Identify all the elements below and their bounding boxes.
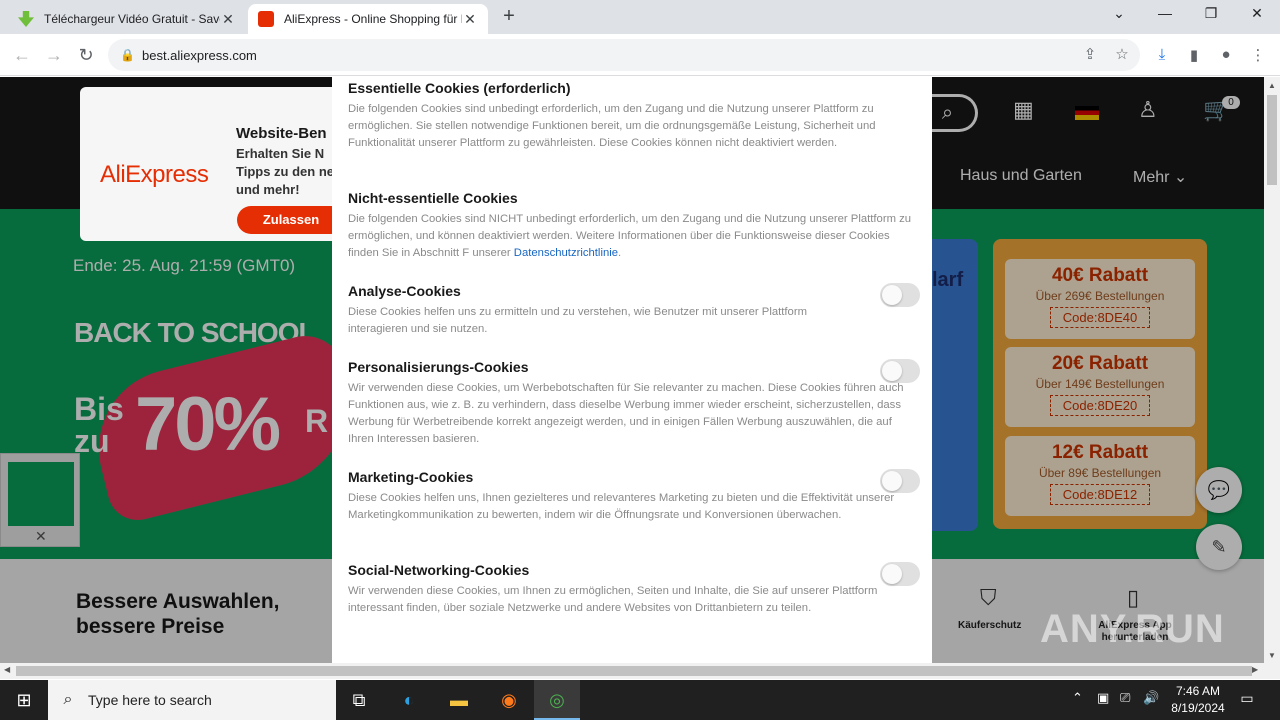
- scroll-up-arrow-icon[interactable]: ▲: [1264, 81, 1280, 90]
- tab-title: Téléchargeur Vidéo Gratuit - Save: [44, 12, 220, 26]
- horizontal-scrollbar[interactable]: ◀ ▶: [0, 663, 1280, 679]
- notification-card-line: und mehr!: [236, 182, 300, 197]
- minimize-button[interactable]: —: [1151, 5, 1179, 25]
- tab-title: AliExpress - Online Shopping für P: [284, 12, 462, 26]
- close-window-button[interactable]: ✕: [1243, 5, 1271, 25]
- video-downloader-favicon-icon: [18, 11, 34, 27]
- cookie-settings-modal: Essentielle Cookies (erforderlich) Die f…: [332, 77, 932, 663]
- cookie-section-analytics: Analyse-Cookies Diese Cookies helfen uns…: [348, 282, 920, 338]
- section-description: Diese Cookies helfen uns zu ermitteln un…: [348, 306, 807, 335]
- tab-video-downloader[interactable]: Téléchargeur Vidéo Gratuit - Save ✕: [8, 4, 246, 34]
- taskbar-search-placeholder[interactable]: Type here to search: [88, 692, 212, 708]
- aliexpress-logo: AliExpress: [100, 161, 209, 188]
- file-explorer-icon[interactable]: ▬: [436, 680, 482, 720]
- lock-icon[interactable]: 🔒: [120, 48, 140, 62]
- privacy-policy-link[interactable]: Datenschutzrichtlinie: [514, 247, 618, 259]
- scroll-down-arrow-icon[interactable]: ▼: [1264, 651, 1280, 660]
- bookmark-star-icon[interactable]: ☆: [1112, 45, 1132, 65]
- notification-card-line: Tipps zu den ne: [236, 164, 334, 179]
- menu-kebab-icon[interactable]: ⋮: [1248, 46, 1268, 66]
- tab-aliexpress[interactable]: AliExpress - Online Shopping für P ✕: [248, 4, 488, 34]
- vertical-scrollbar[interactable]: ▲ ▼: [1264, 77, 1280, 663]
- edge-browser-icon[interactable]: ◐: [386, 680, 432, 720]
- section-title: Social-Networking-Cookies: [348, 562, 530, 578]
- cookie-section-social: Social-Networking-Cookies Wir verwenden …: [348, 561, 920, 617]
- network-icon[interactable]: ⎚: [1120, 690, 1130, 706]
- search-icon: ⌕: [63, 691, 73, 708]
- marketing-cookies-toggle[interactable]: [880, 469, 920, 493]
- aliexpress-favicon-icon: [258, 11, 274, 27]
- notification-card-line: Erhalten Sie N: [236, 146, 325, 161]
- browser-toolbar: ← → ↻ 🔒 best.aliexpress.com ⇪ ☆ ⤓ ▮ ● ⋮: [0, 34, 1280, 76]
- section-description: Die folgenden Cookies sind unbedingt erf…: [348, 103, 876, 149]
- section-description: Die folgenden Cookies sind NICHT unbedin…: [348, 213, 912, 259]
- page-viewport: ⌕ ▦ ♙ 🛒 0 Haus und Garten Mehr ⌄ Ende: 2…: [0, 77, 1264, 663]
- side-panel-icon[interactable]: ▮: [1184, 46, 1204, 66]
- restore-button[interactable]: ❐: [1197, 5, 1225, 25]
- new-tab-button[interactable]: +: [498, 6, 520, 28]
- share-icon[interactable]: ⇪: [1080, 45, 1100, 65]
- section-title: Personalisierungs-Cookies: [348, 359, 529, 375]
- profile-avatar-icon[interactable]: ●: [1216, 46, 1236, 66]
- firefox-icon[interactable]: ◉: [486, 680, 532, 720]
- notification-card-title: Website-Ben: [236, 125, 327, 142]
- tab-close-icon[interactable]: ✕: [220, 11, 236, 28]
- section-title: Nicht-essentielle Cookies: [348, 190, 518, 206]
- address-bar[interactable]: 🔒 best.aliexpress.com ⇪ ☆: [108, 39, 1140, 71]
- section-description: Wir verwenden diese Cookies, um Ihnen zu…: [348, 585, 878, 614]
- back-button[interactable]: ←: [10, 43, 34, 67]
- cookie-section-non-essential: Nicht-essentielle Cookies Die folgenden …: [348, 189, 918, 262]
- cookie-section-personalization: Personalisierungs-Cookies Wir verwenden …: [348, 358, 920, 448]
- taskbar-search-box[interactable]: ⌕ Type here to search: [48, 680, 336, 720]
- tray-overflow-chevron-icon[interactable]: ⌃: [1072, 690, 1083, 706]
- windows-start-icon[interactable]: ⊞: [0, 680, 48, 720]
- personalization-cookies-toggle[interactable]: [880, 359, 920, 383]
- windows-taskbar: ⊞ ⌕ Type here to search ⧉ ◐ ▬ ◉ ◎ ⌃ ▣ ⎚ …: [0, 680, 1280, 720]
- url-text[interactable]: best.aliexpress.com: [142, 48, 257, 63]
- reload-button[interactable]: ↻: [74, 43, 98, 67]
- clock-time: 7:46 AM: [1175, 684, 1221, 698]
- section-description: Diese Cookies helfen uns, Ihnen gezielte…: [348, 492, 895, 521]
- social-networking-cookies-toggle[interactable]: [880, 562, 920, 586]
- cookie-section-essential: Essentielle Cookies (erforderlich) Die f…: [348, 79, 918, 152]
- tab-strip: Téléchargeur Vidéo Gratuit - Save ✕ AliE…: [0, 0, 1280, 34]
- volume-icon[interactable]: 🔊: [1143, 690, 1159, 706]
- download-icon[interactable]: ⤓: [1152, 46, 1172, 66]
- section-title: Analyse-Cookies: [348, 283, 461, 299]
- clock-date: 8/19/2024: [1171, 701, 1225, 715]
- notification-card-text: Erhalten Sie N Tipps zu den ne und mehr!: [236, 145, 336, 199]
- vertical-scroll-thumb[interactable]: [1267, 95, 1277, 185]
- anyrun-watermark: ANY.RUN: [1040, 607, 1225, 651]
- forward-button[interactable]: →: [42, 43, 66, 67]
- scroll-left-arrow-icon[interactable]: ◀: [4, 665, 10, 674]
- scroll-right-arrow-icon[interactable]: ▶: [1252, 665, 1258, 674]
- tab-search-dropdown-icon[interactable]: ⌄: [1105, 5, 1133, 25]
- analytics-cookies-toggle[interactable]: [880, 283, 920, 307]
- section-title: Essentielle Cookies (erforderlich): [348, 80, 571, 96]
- tab-close-icon[interactable]: ✕: [462, 11, 478, 28]
- section-description: Wir verwenden diese Cookies, um Werbebot…: [348, 382, 904, 445]
- chrome-icon[interactable]: ◎: [534, 680, 580, 720]
- taskbar-clock[interactable]: 7:46 AM 8/19/2024: [1160, 683, 1236, 717]
- tray-device-icon[interactable]: ▣: [1097, 690, 1109, 706]
- horizontal-scroll-thumb[interactable]: [16, 666, 1252, 676]
- notification-center-icon[interactable]: ▭: [1236, 690, 1258, 707]
- cookie-section-marketing: Marketing-Cookies Diese Cookies helfen u…: [348, 468, 920, 524]
- section-description-text: Die folgenden Cookies sind NICHT unbedin…: [348, 213, 912, 259]
- allow-notifications-button[interactable]: Zulassen: [237, 206, 345, 234]
- task-view-icon[interactable]: ⧉: [336, 680, 382, 720]
- section-title: Marketing-Cookies: [348, 469, 474, 485]
